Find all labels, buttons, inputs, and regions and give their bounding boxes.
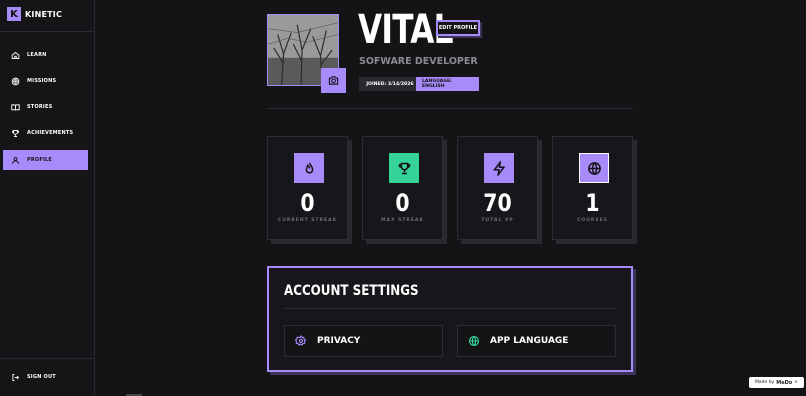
sidebar-item-missions[interactable]: MISSIONS — [3, 71, 88, 91]
stat-card-courses: 1 COURSES — [552, 136, 633, 240]
stat-label: COURSES — [577, 218, 608, 223]
settings-divider — [284, 308, 617, 309]
logout-icon — [12, 373, 20, 381]
stat-card-max-streak: 0 MAX STREAK — [362, 136, 443, 240]
section-divider — [267, 108, 633, 109]
stat-card-current-streak: 0 CURRENT STREAK — [267, 136, 348, 240]
stat-value: 0 — [300, 189, 315, 217]
sidebar-item-profile[interactable]: PROFILE — [3, 150, 88, 170]
privacy-label: PRIVACY — [317, 336, 361, 346]
stat-icon-box — [579, 153, 609, 183]
joined-badge: JOINED: 3/14/2026 — [359, 77, 421, 91]
stat-value: 1 — [585, 189, 600, 217]
app-language-label: APP LANGUAGE — [490, 336, 569, 346]
brand-name: KINETIC — [25, 9, 63, 19]
sidebar-divider — [0, 31, 94, 32]
stat-icon-box — [484, 153, 514, 183]
sidebar-item-label: LEARN — [27, 52, 47, 58]
account-settings-panel: ACCOUNT SETTINGS PRIVACY APP LANGUAGE — [267, 266, 633, 372]
globe-icon — [468, 335, 480, 347]
globe-icon — [587, 161, 601, 175]
sign-out-button[interactable]: SIGN OUT — [3, 367, 88, 387]
gear-icon — [295, 335, 307, 346]
home-icon — [11, 51, 20, 59]
stat-label: TOTAL XP — [481, 218, 514, 223]
sidebar-item-label: PROFILE — [27, 157, 53, 163]
sidebar-item-label: MISSIONS — [27, 78, 57, 84]
book-icon — [11, 103, 20, 111]
sidebar-divider — [0, 358, 94, 359]
sidebar-item-achievements[interactable]: ACHIEVEMENTS — [3, 123, 88, 143]
user-icon — [12, 156, 19, 164]
made-by-label: Made by — [755, 380, 775, 385]
close-icon[interactable]: × — [794, 380, 798, 385]
sidebar: K KINETIC LEARN MISSIONS STORIES ACHIEVE… — [0, 0, 95, 396]
sidebar-item-label: STORIES — [27, 104, 53, 110]
brand-logo: K — [7, 7, 21, 21]
bolt-icon — [492, 160, 505, 176]
camera-icon — [328, 76, 339, 85]
privacy-button[interactable]: PRIVACY — [284, 325, 443, 357]
sidebar-item-label: ACHIEVEMENTS — [27, 130, 74, 136]
made-by-badge[interactable]: Made by MeDo × — [749, 377, 804, 388]
stat-card-total-xp: 70 TOTAL XP — [457, 136, 538, 240]
trophy-icon — [11, 129, 20, 137]
sidebar-item-learn[interactable]: LEARN — [3, 45, 88, 65]
flame-icon — [305, 162, 313, 174]
language-badge: LANGUAGE: ENGLISH — [416, 77, 479, 91]
profile-role: SOFWARE DEVELOPER — [359, 56, 478, 67]
stat-value: 70 — [483, 189, 512, 217]
stat-label: MAX STREAK — [381, 218, 424, 223]
stat-icon-box — [294, 153, 324, 183]
trophy-icon — [398, 162, 410, 174]
change-photo-button[interactable] — [321, 68, 346, 93]
stat-label: CURRENT STREAK — [277, 218, 338, 223]
stat-value: 0 — [395, 189, 410, 217]
edit-profile-button[interactable]: EDIT PROFILE — [436, 20, 480, 36]
sign-out-label: SIGN OUT — [27, 374, 56, 380]
stat-icon-box — [389, 153, 419, 183]
app-language-button[interactable]: APP LANGUAGE — [457, 325, 616, 357]
sidebar-item-stories[interactable]: STORIES — [3, 97, 88, 117]
target-icon — [11, 77, 20, 85]
brand[interactable]: K KINETIC — [7, 7, 62, 21]
account-settings-title: ACCOUNT SETTINGS — [284, 283, 419, 299]
made-by-brand: MeDo — [776, 379, 793, 386]
